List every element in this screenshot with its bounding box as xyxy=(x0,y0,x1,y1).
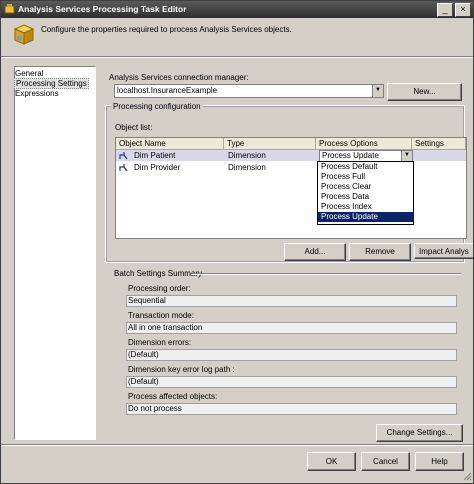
processing-order-label: Processing order: xyxy=(128,284,191,293)
title-bar[interactable]: Analysis Services Processing Task Editor… xyxy=(1,1,473,18)
ssis-task-icon xyxy=(4,4,15,14)
header-divider xyxy=(1,56,473,58)
batch-settings-title: Batch Settings Summary xyxy=(114,269,203,278)
dimension-errors-field: (Default) xyxy=(126,349,457,361)
change-settings-button[interactable]: Change Settings... xyxy=(376,424,463,442)
batch-settings-divider xyxy=(191,273,461,275)
nav-panel xyxy=(14,66,96,440)
header-description: Configure the properties required to pro… xyxy=(41,25,292,34)
dropdown-option[interactable]: Process Data xyxy=(318,192,414,202)
remove-object-button[interactable]: Remove xyxy=(349,243,411,261)
processing-order-field: Sequential xyxy=(126,295,457,307)
dropdown-option[interactable]: Process Index xyxy=(318,202,414,212)
dropdown-option-selected[interactable]: Process Update xyxy=(318,212,414,222)
process-affected-objects-label: Process affected objects: xyxy=(128,392,218,401)
processing-order-value: Sequential xyxy=(128,296,166,305)
footer-divider xyxy=(1,444,473,446)
column-header-object-name[interactable]: Object Name xyxy=(116,138,224,150)
impact-analysis-button[interactable]: Impact Analys xyxy=(414,243,473,259)
process-affected-objects-value: Do not process xyxy=(128,404,182,413)
connection-manager-select[interactable]: localhost.InsuranceExample ▼ xyxy=(114,84,384,98)
help-button[interactable]: Help xyxy=(415,452,464,471)
connection-manager-value: localhost.InsuranceExample xyxy=(117,86,218,95)
database-cube-icon xyxy=(13,24,35,45)
dimension-icon xyxy=(119,164,128,172)
process-affected-objects-field: Do not process xyxy=(126,403,457,415)
key-error-log-path-label: Dimension key error log path : xyxy=(128,365,235,374)
add-object-button[interactable]: Add... xyxy=(284,243,346,261)
transaction-mode-label: Transaction mode: xyxy=(128,311,194,320)
column-header-settings[interactable]: Settings xyxy=(412,138,466,150)
task-editor-window: Analysis Services Processing Task Editor… xyxy=(0,0,474,484)
nav-item-general[interactable]: General xyxy=(14,69,44,78)
process-options-value: Process Update xyxy=(322,151,379,160)
chevron-down-icon[interactable]: ▼ xyxy=(401,151,412,161)
dimension-errors-value: (Default) xyxy=(128,350,159,359)
dimension-icon xyxy=(119,152,128,160)
process-options-dropdown-list[interactable]: Process Default Process Full Process Cle… xyxy=(317,161,414,225)
object-list-label: Object list: xyxy=(115,123,153,132)
object-name-cell: Dim Patient xyxy=(134,151,176,160)
key-error-log-path-field: (Default) xyxy=(126,376,457,388)
cancel-button[interactable]: Cancel xyxy=(361,452,410,471)
minimize-button[interactable]: _ xyxy=(437,3,453,17)
dropdown-option[interactable]: Process Default xyxy=(318,162,414,172)
column-header-type[interactable]: Type xyxy=(224,138,316,150)
ok-button[interactable]: OK xyxy=(307,452,356,471)
column-header-process-options[interactable]: Process Options xyxy=(316,138,412,150)
table-row[interactable]: Dim Patient Dimension Process Update ▼ xyxy=(116,150,466,162)
dropdown-option[interactable]: Process Full xyxy=(318,172,414,182)
nav-item-expressions[interactable]: Expressions xyxy=(14,89,60,98)
nav-item-processing-settings[interactable]: Processing Settings xyxy=(14,78,89,89)
key-error-log-path-value: (Default) xyxy=(128,377,159,386)
close-button[interactable]: × xyxy=(455,3,471,17)
dropdown-option[interactable]: Process Clear xyxy=(318,182,414,192)
connection-manager-label: Analysis Services connection manager: xyxy=(109,73,249,82)
type-cell: Dimension xyxy=(228,163,266,172)
transaction-mode-value: All in one transaction xyxy=(128,323,203,332)
transaction-mode-field: All in one transaction xyxy=(126,322,457,334)
object-name-cell: Dim Provider xyxy=(134,163,181,172)
object-list-grid[interactable]: Object Name Type Process Options Setting… xyxy=(115,137,467,239)
resize-grip-icon[interactable] xyxy=(462,471,472,481)
chevron-down-icon[interactable]: ▼ xyxy=(372,85,383,97)
window-title: Analysis Services Processing Task Editor xyxy=(18,4,187,14)
new-connection-button[interactable]: New... xyxy=(387,83,462,101)
dimension-errors-label: Dimension errors: xyxy=(128,338,192,347)
processing-configuration-title: Processing configuration xyxy=(111,102,203,111)
type-cell: Dimension xyxy=(228,151,266,160)
